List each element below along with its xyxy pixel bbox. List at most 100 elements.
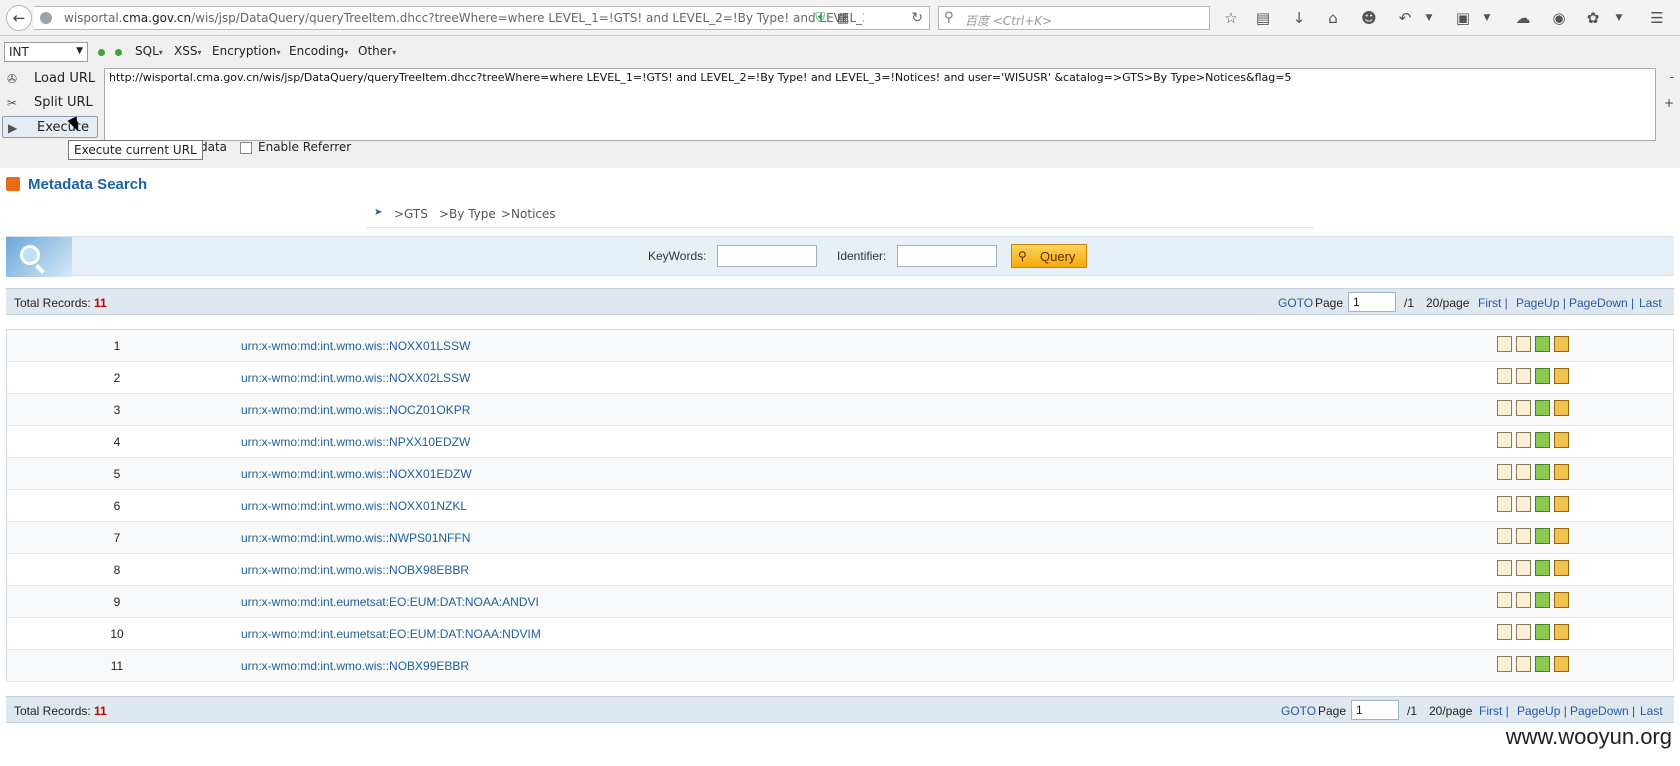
- page-number-input[interactable]: 1: [1348, 292, 1396, 312]
- download-icon[interactable]: [1535, 464, 1550, 480]
- breadcrumb-by-type[interactable]: >By Type: [439, 207, 496, 221]
- download-icon[interactable]: [1535, 656, 1550, 672]
- view-doc-icon[interactable]: [1497, 336, 1512, 352]
- site-info-icon[interactable]: [40, 12, 52, 24]
- view-doc-icon[interactable]: [1497, 656, 1512, 672]
- pageup-link[interactable]: PageUp |: [1517, 704, 1567, 718]
- goto-link[interactable]: GOTO: [1281, 704, 1316, 718]
- record-link[interactable]: urn:x-wmo:md:int.eumetsat:EO:EUM:DAT:NOA…: [241, 627, 541, 641]
- menu-xss[interactable]: XSS▾: [174, 44, 201, 58]
- pageup-link[interactable]: PageUp |: [1516, 296, 1566, 310]
- load-url-button[interactable]: ✇ Load URL: [2, 68, 98, 90]
- query-button[interactable]: ⚲ Query: [1011, 244, 1087, 268]
- view-doc-icon[interactable]: [1497, 496, 1512, 512]
- subscribe-icon[interactable]: [1554, 656, 1569, 672]
- view-doc-icon[interactable]: [1497, 368, 1512, 384]
- download-icon[interactable]: [1535, 560, 1550, 576]
- menu-sql[interactable]: SQL▾: [135, 44, 163, 58]
- breadcrumb-gts[interactable]: >GTS: [394, 207, 428, 221]
- split-url-button[interactable]: ✂ Split URL: [2, 92, 98, 114]
- breadcrumb-notices[interactable]: >Notices: [501, 207, 556, 221]
- subscribe-icon[interactable]: [1554, 496, 1569, 512]
- download-icon[interactable]: [1535, 432, 1550, 448]
- edit-doc-icon[interactable]: [1516, 592, 1531, 608]
- pagedown-link[interactable]: PageDown |: [1570, 704, 1635, 718]
- menu-other[interactable]: Other▾: [358, 44, 396, 58]
- menu-encryption[interactable]: Encryption▾: [212, 44, 280, 58]
- bookmark-star-icon[interactable]: ☆: [1222, 8, 1240, 28]
- menu-encoding[interactable]: Encoding▾: [289, 44, 348, 58]
- record-link[interactable]: urn:x-wmo:md:int.wmo.wis::NPXX10EDZW: [241, 435, 470, 449]
- back-arrow-icon[interactable]: ←: [6, 5, 32, 31]
- record-link[interactable]: urn:x-wmo:md:int.wmo.wis::NOBX98EBBR: [241, 563, 469, 577]
- reading-list-icon[interactable]: ▤: [1254, 8, 1272, 28]
- plus-icon[interactable]: [115, 49, 122, 56]
- last-link[interactable]: Last: [1639, 296, 1662, 310]
- shield-icon[interactable]: ⛨: [815, 11, 825, 26]
- download-icon[interactable]: [1535, 400, 1550, 416]
- execute-button[interactable]: ▶ Execute: [2, 116, 98, 138]
- subscribe-icon[interactable]: [1554, 432, 1569, 448]
- record-link[interactable]: urn:x-wmo:md:int.eumetsat:EO:EUM:DAT:NOA…: [241, 595, 539, 609]
- pagedown-link[interactable]: PageDown |: [1569, 296, 1634, 310]
- edit-doc-icon[interactable]: [1516, 656, 1531, 672]
- shrink-button[interactable]: -: [1670, 70, 1674, 84]
- record-link[interactable]: urn:x-wmo:md:int.wmo.wis::NOBX99EBBR: [241, 659, 469, 673]
- reload-icon[interactable]: ↻: [911, 10, 923, 26]
- qr-code-icon[interactable]: ▦: [837, 11, 849, 26]
- view-doc-icon[interactable]: [1497, 464, 1512, 480]
- menu-icon[interactable]: ☰: [1648, 8, 1666, 28]
- first-link[interactable]: First |: [1478, 296, 1508, 310]
- download-icon[interactable]: [1535, 336, 1550, 352]
- download-icon[interactable]: [1535, 528, 1550, 544]
- subscribe-icon[interactable]: [1554, 464, 1569, 480]
- chevron-down-icon[interactable]: ▼: [1420, 8, 1438, 28]
- edit-doc-icon[interactable]: [1516, 624, 1531, 640]
- download-icon[interactable]: [1535, 592, 1550, 608]
- enable-referrer-checkbox[interactable]: [240, 142, 252, 154]
- goto-link[interactable]: GOTO: [1278, 296, 1313, 310]
- undo-icon[interactable]: ↶: [1396, 8, 1414, 28]
- record-link[interactable]: urn:x-wmo:md:int.wmo.wis::NOXX01NZKL: [241, 499, 467, 513]
- view-doc-icon[interactable]: [1497, 400, 1512, 416]
- home-icon[interactable]: ⌂: [1324, 8, 1342, 28]
- edit-doc-icon[interactable]: [1516, 368, 1531, 384]
- address-bar[interactable]: wisportal.cma.gov.cn/wis/jsp/DataQuery/q…: [34, 6, 930, 30]
- edit-doc-icon[interactable]: [1516, 528, 1531, 544]
- crop-icon[interactable]: ▣: [1454, 8, 1472, 28]
- first-link[interactable]: First |: [1479, 704, 1509, 718]
- record-link[interactable]: urn:x-wmo:md:int.wmo.wis::NOXX02LSSW: [241, 371, 470, 385]
- download-icon[interactable]: [1535, 624, 1550, 640]
- record-link[interactable]: urn:x-wmo:md:int.wmo.wis::NOCZ01OKPR: [241, 403, 470, 417]
- chevron-down-icon[interactable]: ▼: [1610, 8, 1628, 28]
- view-doc-icon[interactable]: [1497, 528, 1512, 544]
- speech-bubble-icon[interactable]: ☁: [1514, 8, 1532, 28]
- record-link[interactable]: urn:x-wmo:md:int.wmo.wis::NOXX01EDZW: [241, 467, 472, 481]
- hackbar-url-textarea[interactable]: http://wisportal.cma.gov.cn/wis/jsp/Data…: [104, 68, 1656, 141]
- edit-doc-icon[interactable]: [1516, 496, 1531, 512]
- view-doc-icon[interactable]: [1497, 432, 1512, 448]
- minus-icon[interactable]: [98, 49, 105, 56]
- edit-doc-icon[interactable]: [1516, 336, 1531, 352]
- edit-doc-icon[interactable]: [1516, 400, 1531, 416]
- edit-doc-icon[interactable]: [1516, 464, 1531, 480]
- subscribe-icon[interactable]: [1554, 368, 1569, 384]
- record-link[interactable]: urn:x-wmo:md:int.wmo.wis::NWPS01NFFN: [241, 531, 470, 545]
- chevron-down-icon[interactable]: ▼: [1478, 8, 1496, 28]
- download-icon[interactable]: ↓: [1290, 8, 1308, 28]
- chat-icon[interactable]: ☻: [1360, 8, 1378, 28]
- record-link[interactable]: urn:x-wmo:md:int.wmo.wis::NOXX01LSSW: [241, 339, 470, 353]
- view-doc-icon[interactable]: [1497, 624, 1512, 640]
- keywords-input[interactable]: [717, 245, 817, 267]
- last-link[interactable]: Last: [1640, 704, 1663, 718]
- expand-button[interactable]: +: [1664, 96, 1674, 110]
- subscribe-icon[interactable]: [1554, 624, 1569, 640]
- view-doc-icon[interactable]: [1497, 560, 1512, 576]
- globe-icon[interactable]: ◉: [1550, 8, 1568, 28]
- view-doc-icon[interactable]: [1497, 592, 1512, 608]
- subscribe-icon[interactable]: [1554, 528, 1569, 544]
- download-icon[interactable]: [1535, 496, 1550, 512]
- edit-doc-icon[interactable]: [1516, 432, 1531, 448]
- extension-icon[interactable]: ✿: [1584, 8, 1602, 28]
- edit-doc-icon[interactable]: [1516, 560, 1531, 576]
